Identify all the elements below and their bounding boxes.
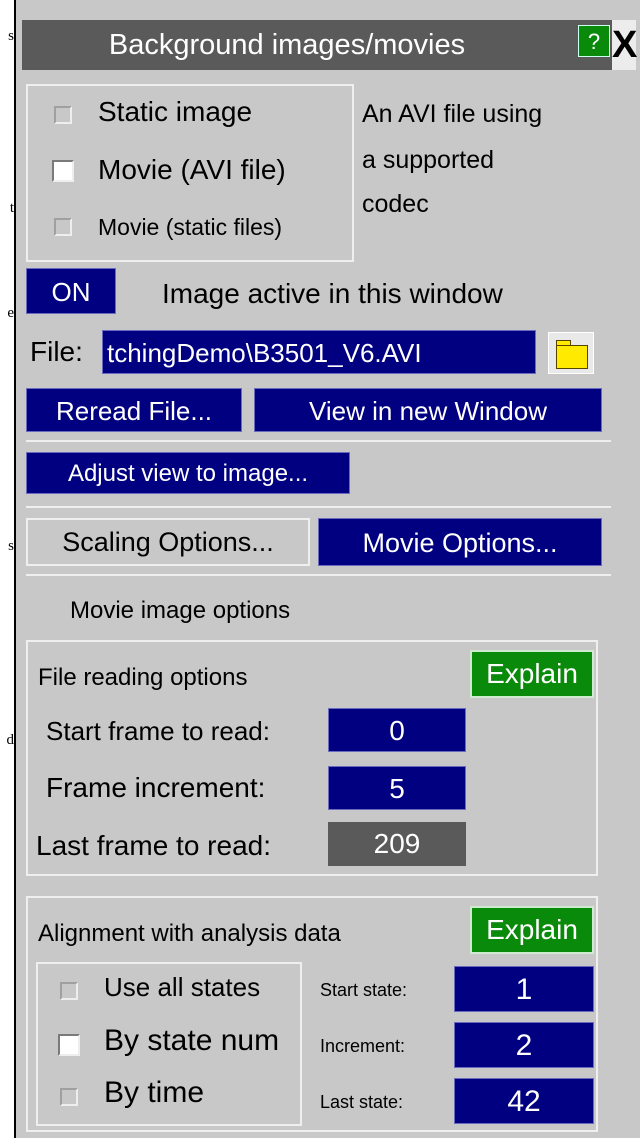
- use-all-states-radio[interactable]: [60, 982, 78, 1000]
- alignment-label: Alignment with analysis data: [38, 920, 341, 947]
- background-text-fragment: s: [8, 28, 14, 44]
- file-reading-explain-button[interactable]: Explain: [470, 650, 594, 698]
- by-state-num-label[interactable]: By state num: [104, 1024, 279, 1058]
- last-state-input[interactable]: 42: [454, 1078, 594, 1124]
- file-reading-label: File reading options: [38, 664, 248, 691]
- movie-options-button[interactable]: Movie Options...: [318, 518, 602, 566]
- by-time-radio[interactable]: [60, 1088, 78, 1106]
- use-all-states-label[interactable]: Use all states: [104, 972, 260, 1003]
- static-image-label[interactable]: Static image: [98, 96, 252, 128]
- frame-increment-input[interactable]: 5: [328, 766, 466, 810]
- background-text-fragment: d: [6, 732, 15, 748]
- background-text-fragment: s: [8, 538, 14, 554]
- increment-label: Increment:: [320, 1036, 406, 1056]
- active-toggle-button[interactable]: ON: [26, 268, 116, 314]
- folder-icon[interactable]: [548, 332, 594, 374]
- source-description-line: codec: [362, 190, 429, 218]
- start-frame-input[interactable]: 0: [328, 708, 466, 752]
- source-type-group: Static image Movie (AVI file) Movie (sta…: [26, 84, 354, 262]
- adjust-view-button[interactable]: Adjust view to image...: [26, 452, 350, 494]
- scaling-options-button[interactable]: Scaling Options...: [26, 518, 310, 566]
- last-frame-input[interactable]: 209: [328, 822, 466, 866]
- by-state-num-radio[interactable]: [58, 1034, 80, 1056]
- file-reading-group: File reading options Explain Start frame…: [26, 640, 598, 876]
- alignment-group: Alignment with analysis data Explain Use…: [26, 896, 598, 1132]
- separator: [26, 440, 611, 442]
- close-button[interactable]: X: [612, 20, 637, 70]
- view-new-window-button[interactable]: View in new Window: [254, 388, 602, 432]
- background-text-fragment: e: [7, 305, 14, 321]
- source-description-line: a supported: [362, 146, 495, 174]
- by-time-label[interactable]: By time: [104, 1076, 204, 1110]
- background-images-panel: Background images/movies ? X Static imag…: [14, 0, 640, 1138]
- start-state-label: Start state:: [320, 980, 408, 1000]
- increment-input[interactable]: 2: [454, 1022, 594, 1068]
- background-text-fragment: t: [9, 200, 14, 216]
- alignment-explain-button[interactable]: Explain: [470, 906, 594, 954]
- source-description-line: An AVI file using: [362, 100, 543, 128]
- frame-increment-label: Frame increment:: [46, 772, 266, 803]
- alignment-mode-group: Use all states By state num By time: [36, 962, 302, 1126]
- static-image-radio[interactable]: [54, 106, 72, 124]
- last-state-label: Last state:: [320, 1092, 404, 1112]
- last-frame-label: Last frame to read:: [36, 830, 272, 861]
- window-title: Background images/movies: [108, 29, 466, 61]
- help-button[interactable]: ?: [578, 25, 610, 57]
- movie-static-files-label[interactable]: Movie (static files): [98, 214, 282, 241]
- file-path-input[interactable]: tchingDemo\B3501_V6.AVI: [102, 330, 536, 374]
- movie-avi-radio[interactable]: [52, 160, 74, 182]
- separator: [26, 574, 611, 576]
- movie-static-files-radio[interactable]: [54, 218, 72, 236]
- active-label: Image active in this window: [162, 278, 503, 309]
- movie-options-heading: Movie image options: [70, 597, 291, 624]
- title-bar[interactable]: Background images/movies ? X: [22, 20, 637, 70]
- start-frame-label: Start frame to read:: [46, 716, 270, 746]
- reread-file-button[interactable]: Reread File...: [26, 388, 242, 432]
- file-label: File:: [30, 336, 83, 367]
- start-state-input[interactable]: 1: [454, 966, 594, 1012]
- movie-avi-label[interactable]: Movie (AVI file): [98, 154, 286, 186]
- separator: [26, 506, 611, 508]
